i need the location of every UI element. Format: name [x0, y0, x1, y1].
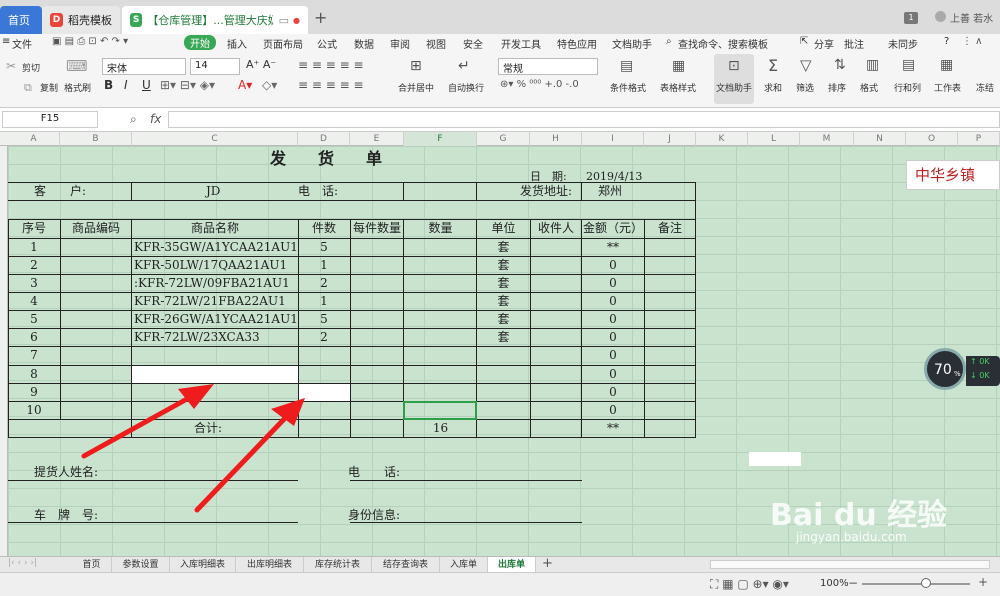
sheet-tab-in-detail[interactable]: 入库明细表	[170, 557, 236, 573]
view-mode-icons[interactable]: ⛶ ▦ ▢ ⊕▾ ◉▾	[710, 577, 789, 592]
zoom-in-icon[interactable]: +	[978, 575, 988, 589]
sheet-tab-stock-stats[interactable]: 库存统计表	[304, 557, 372, 573]
network-speed-panel: ↑ 0K ↓ 0K	[966, 356, 1000, 386]
download-arrow-icon: ↓ 0K	[970, 371, 990, 380]
sheet-tab-out-slip[interactable]: 出库单	[488, 557, 536, 573]
sheet-tab-params[interactable]: 参数设置	[112, 557, 170, 573]
zoom-level[interactable]: 100%	[820, 578, 849, 589]
performance-value: 70	[934, 362, 952, 378]
sheet-tab-in-slip[interactable]: 入库单	[440, 557, 488, 573]
status-bar: ⛶ ▦ ▢ ⊕▾ ◉▾ 100% − +	[0, 572, 1000, 596]
zoom-out-icon[interactable]: −	[848, 576, 858, 590]
sheet-tab-bar: |‹ ‹ › ›| 首页 参数设置 入库明细表 出库明细表 库存统计表 结存查询…	[0, 556, 1000, 573]
upload-arrow-icon: ↑ 0K	[970, 357, 990, 366]
red-arrow-icon	[81, 384, 214, 459]
zoom-slider-handle[interactable]	[921, 578, 931, 588]
sheet-tab-home[interactable]: 首页	[72, 557, 112, 573]
performance-unit: %	[954, 370, 961, 378]
watermark-url: jingyan.baidu.com	[796, 530, 907, 544]
zoom-slider[interactable]	[862, 583, 970, 585]
red-arrow-icon	[194, 398, 305, 513]
watermark-brand: Bai du 经验	[770, 498, 948, 533]
sheet-nav-arrows-icon[interactable]: |‹ ‹ › ›|	[8, 558, 37, 568]
sheet-tab-out-detail[interactable]: 出库明细表	[236, 557, 304, 573]
horizontal-scrollbar[interactable]	[710, 560, 990, 569]
add-sheet-button[interactable]: +	[542, 556, 553, 571]
performance-widget[interactable]: 70 %	[924, 348, 966, 390]
sheet-tab-balance[interactable]: 结存查询表	[372, 557, 440, 573]
